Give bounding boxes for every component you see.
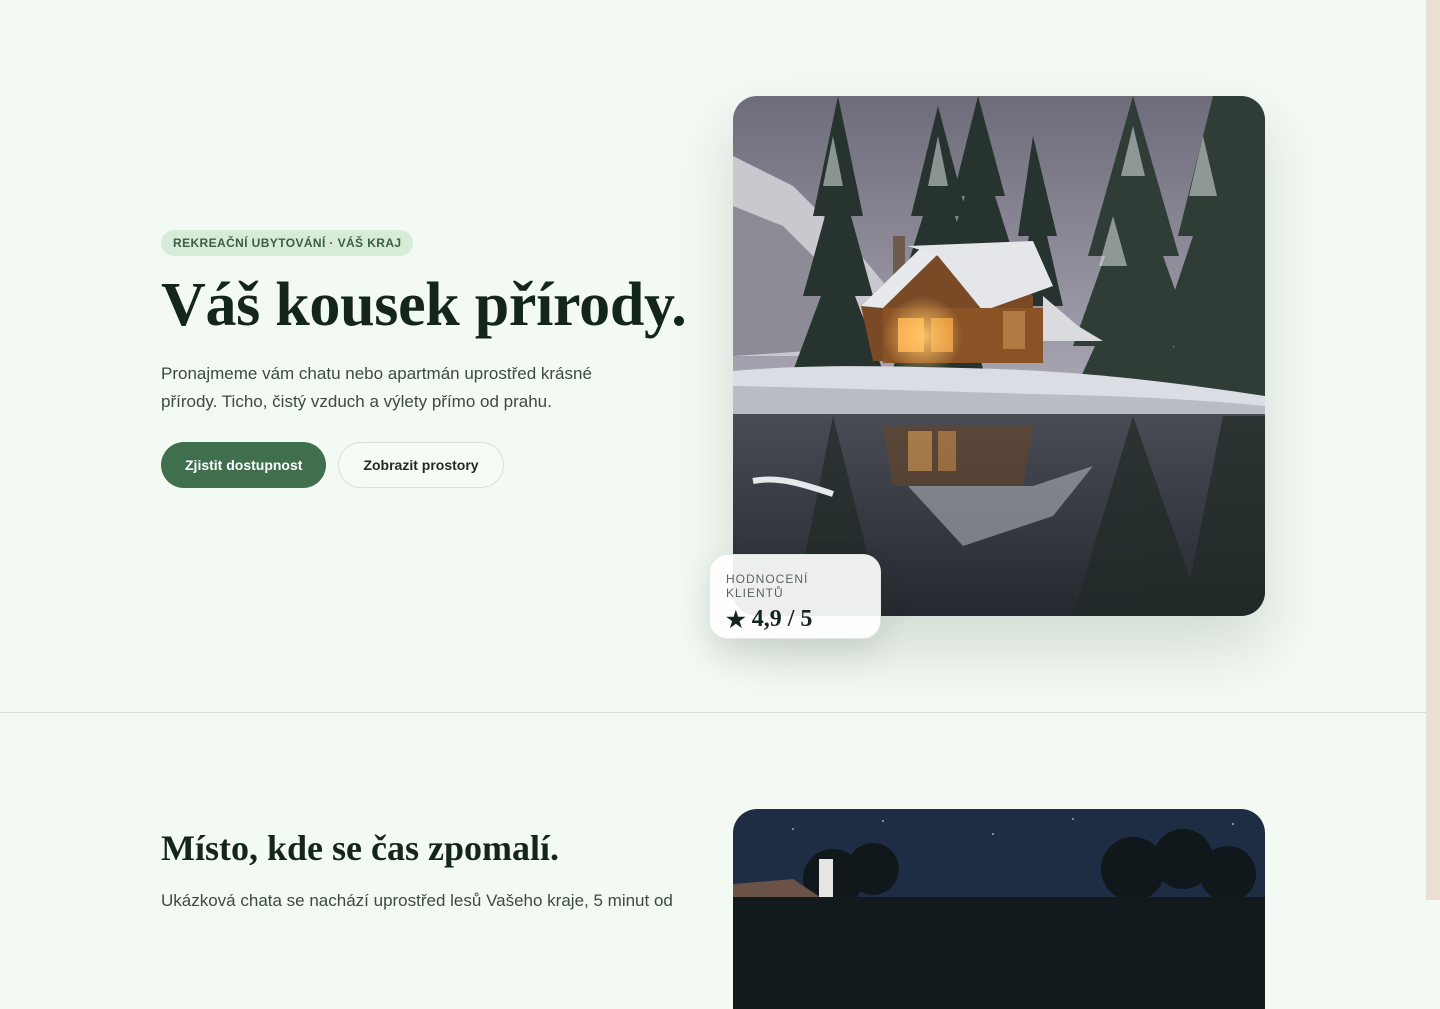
about-title: Místo, kde se čas zpomalí. bbox=[161, 828, 559, 868]
hero-cabin-photo bbox=[733, 96, 1265, 616]
scrollbar-track[interactable] bbox=[1426, 0, 1440, 900]
section-divider bbox=[0, 712, 1426, 713]
about-text: Ukázková chata se nachází uprostřed lesů… bbox=[161, 891, 673, 910]
show-spaces-button[interactable]: Zobrazit prostory bbox=[338, 442, 504, 488]
rating-card: HODNOCENÍ KLIENTŮ ★ 4,9 / 5 bbox=[709, 554, 881, 639]
rating-label: HODNOCENÍ KLIENTŮ bbox=[726, 572, 809, 600]
hero-title: Váš kousek přírody. bbox=[161, 271, 687, 339]
rating-value: 4,9 / 5 bbox=[751, 606, 813, 632]
night-cabin-photo bbox=[733, 809, 1265, 1009]
hero-lead: Pronajmeme vám chatu nebo apartmán upros… bbox=[161, 364, 592, 411]
hero-actions: Zjistit dostupnost Zobrazit prostory bbox=[161, 442, 681, 488]
star-icon: ★ bbox=[726, 606, 746, 632]
page: REKREAČNÍ UBYTOVÁNÍ · VÁŠ KRAJ Váš kouse… bbox=[0, 0, 1426, 1009]
hero-eyebrow-badge: REKREAČNÍ UBYTOVÁNÍ · VÁŠ KRAJ bbox=[161, 230, 414, 256]
check-availability-button[interactable]: Zjistit dostupnost bbox=[161, 442, 327, 488]
hero-content: REKREAČNÍ UBYTOVÁNÍ · VÁŠ KRAJ Váš kouse… bbox=[161, 230, 687, 488]
rating-value-row: ★ 4,9 / 5 bbox=[726, 606, 864, 633]
